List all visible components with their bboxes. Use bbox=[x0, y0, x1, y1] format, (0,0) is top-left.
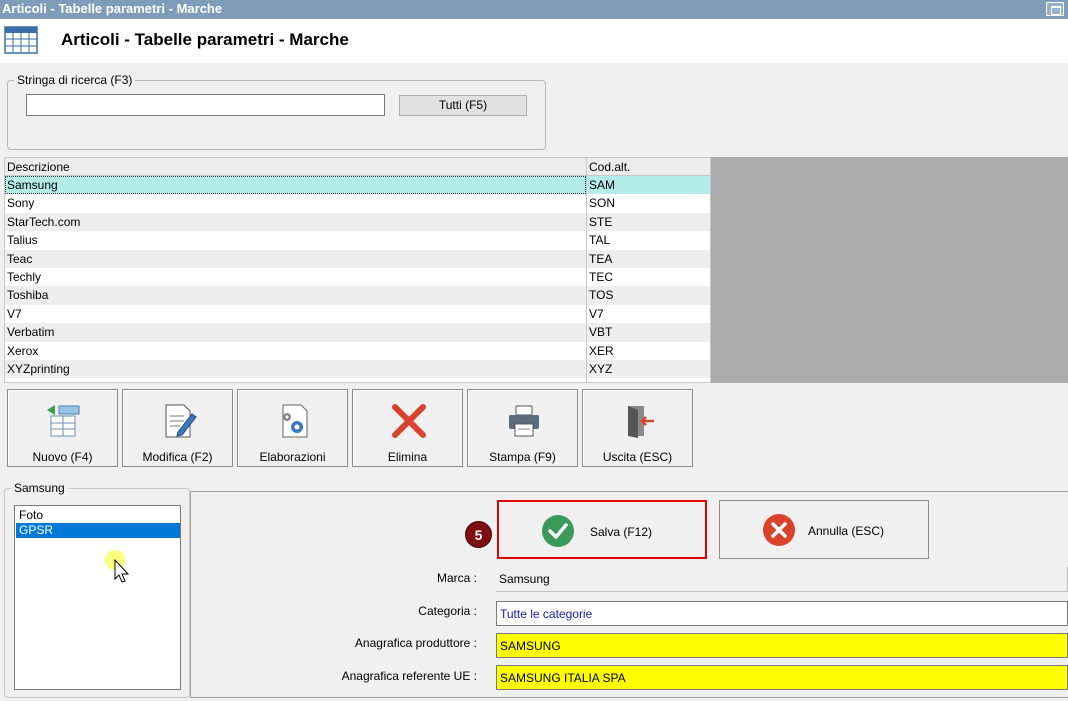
print-button[interactable]: Stampa (F9) bbox=[467, 389, 578, 467]
cell-descrizione: Talius bbox=[7, 233, 38, 248]
cell-descrizione: Verbatim bbox=[7, 325, 55, 340]
table-row[interactable]: Toshiba TOS bbox=[5, 286, 710, 305]
cancel-button-label: Annulla (ESC) bbox=[808, 524, 885, 538]
table-row[interactable]: Techly TEC bbox=[5, 268, 710, 286]
show-all-button[interactable]: Tutti (F5) bbox=[399, 95, 527, 116]
cell-cod-alt: TEA bbox=[589, 251, 613, 266]
cell-descrizione: Samsung bbox=[7, 178, 58, 192]
cell-cod-alt: TAL bbox=[589, 233, 611, 248]
column-separator[interactable] bbox=[586, 158, 587, 382]
new-record-icon bbox=[47, 405, 80, 437]
new-button[interactable]: Nuovo (F4) bbox=[7, 389, 118, 467]
step-number-badge: 5 bbox=[465, 521, 492, 548]
table-row[interactable]: Verbatim VBT bbox=[5, 323, 710, 342]
cell-descrizione: V7 bbox=[7, 306, 22, 321]
page-header: Articoli - Tabelle parametri - Marche bbox=[0, 19, 1068, 63]
print-button-label: Stampa (F9) bbox=[489, 450, 556, 464]
table-row[interactable]: StarTech.com STE bbox=[5, 212, 710, 232]
cell-cod-alt: VBT bbox=[589, 325, 613, 340]
cell-cod-alt: V7 bbox=[589, 306, 604, 321]
window-titlebar: Articoli - Tabelle parametri - Marche bbox=[0, 0, 1068, 19]
edit-document-icon bbox=[165, 404, 197, 438]
cancel-x-circle-icon bbox=[763, 514, 795, 546]
cell-cod-alt: TOS bbox=[589, 288, 614, 303]
cell-cod-alt: SAM bbox=[589, 178, 616, 192]
delete-x-icon bbox=[392, 404, 426, 438]
mouse-cursor-icon bbox=[105, 550, 130, 583]
edit-button-label: Modifica (F2) bbox=[142, 450, 213, 464]
marca-field: Samsung bbox=[496, 567, 1068, 592]
produttore-field[interactable]: SAMSUNG bbox=[496, 633, 1068, 658]
grid-empty-area bbox=[711, 157, 1068, 383]
column-header-cod-alt[interactable]: Cod.alt. bbox=[589, 160, 630, 174]
marca-label: Marca : bbox=[436, 571, 477, 585]
cell-descrizione: Toshiba bbox=[7, 288, 49, 303]
exit-button[interactable]: Uscita (ESC) bbox=[582, 389, 693, 467]
list-item[interactable]: Foto bbox=[16, 508, 180, 523]
table-row[interactable]: Samsung SAM bbox=[5, 176, 710, 195]
page-title: Articoli - Tabelle parametri - Marche bbox=[61, 30, 349, 49]
search-input[interactable] bbox=[26, 94, 385, 116]
cell-cod-alt: SON bbox=[589, 196, 616, 211]
detail-sections-list[interactable]: Foto GPSR bbox=[14, 505, 181, 690]
delete-button[interactable]: Elimina bbox=[352, 389, 463, 467]
save-button[interactable]: Salva (F12) bbox=[497, 500, 707, 559]
cell-descrizione: Teac bbox=[7, 251, 33, 266]
categoria-label: Categoria : bbox=[418, 604, 477, 618]
exit-door-icon bbox=[628, 406, 654, 438]
cell-cod-alt: XER bbox=[589, 343, 614, 358]
grid-header: Descrizione Cod.alt. bbox=[5, 158, 710, 176]
cell-cod-alt: STE bbox=[589, 214, 613, 229]
detail-legend: Samsung bbox=[11, 481, 68, 495]
cell-cod-alt: XYZ bbox=[589, 362, 613, 376]
search-legend: Stringa di ricerca (F3) bbox=[14, 73, 136, 87]
exit-button-label: Uscita (ESC) bbox=[602, 450, 673, 464]
table-row[interactable]: Xerox XER bbox=[5, 342, 710, 360]
table-row[interactable]: XYZprinting XYZ bbox=[5, 360, 710, 379]
table-row[interactable]: Talius TAL bbox=[5, 231, 710, 249]
cell-descrizione: XYZprinting bbox=[7, 362, 70, 376]
processing-button-label: Elaborazioni bbox=[259, 450, 326, 464]
referente-field[interactable]: SAMSUNG ITALIA SPA bbox=[496, 665, 1068, 690]
list-item[interactable]: GPSR bbox=[16, 523, 180, 538]
printer-icon bbox=[509, 405, 539, 437]
cancel-button[interactable]: Annulla (ESC) bbox=[719, 500, 929, 559]
window-title: Articoli - Tabelle parametri - Marche bbox=[2, 1, 223, 16]
categoria-field[interactable]: Tutte le categorie bbox=[496, 601, 1068, 626]
produttore-label: Anagrafica produttore : bbox=[354, 636, 477, 650]
table-row[interactable]: Sony SON bbox=[5, 194, 710, 212]
cell-descrizione: Xerox bbox=[7, 343, 39, 358]
cell-descrizione: Sony bbox=[7, 196, 35, 211]
table-row[interactable]: V7 V7 bbox=[5, 305, 710, 323]
processing-button[interactable]: Elaborazioni bbox=[237, 389, 348, 467]
new-button-label: Nuovo (F4) bbox=[32, 450, 93, 464]
table-row[interactable]: Teac TEA bbox=[5, 249, 710, 268]
delete-button-label: Elimina bbox=[387, 450, 428, 464]
column-header-descrizione[interactable]: Descrizione bbox=[7, 160, 70, 174]
restore-button[interactable] bbox=[1046, 2, 1064, 16]
save-button-label: Salva (F12) bbox=[590, 525, 653, 539]
edit-button[interactable]: Modifica (F2) bbox=[122, 389, 233, 467]
process-gear-icon bbox=[282, 404, 308, 438]
cell-cod-alt: TEC bbox=[589, 270, 613, 284]
cell-descrizione: StarTech.com bbox=[7, 214, 81, 229]
brands-grid: Descrizione Cod.alt. Samsung SAM Sony SON … bbox=[4, 157, 711, 383]
table-grid-icon bbox=[4, 26, 38, 54]
cell-descrizione: Techly bbox=[7, 270, 42, 284]
check-circle-icon bbox=[542, 515, 574, 547]
referente-label: Anagrafica referente UE : bbox=[341, 669, 477, 683]
